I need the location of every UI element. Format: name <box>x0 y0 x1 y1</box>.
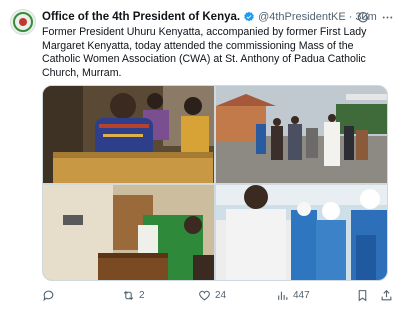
author-name[interactable]: Office of the 4th President of Kenya. <box>42 11 240 23</box>
photo-arrival-church-grounds[interactable] <box>216 86 387 183</box>
photo-priest-altar[interactable] <box>43 185 214 280</box>
photo-cwa-members[interactable] <box>216 185 387 280</box>
retweet-icon <box>123 290 134 300</box>
views-button[interactable]: 447 <box>276 289 310 302</box>
tweet-text: Former President Uhuru Kenyatta, accompa… <box>42 26 367 79</box>
like-count: 24 <box>215 289 227 301</box>
heart-icon <box>199 290 210 300</box>
header-actions <box>356 9 394 25</box>
share-button[interactable] <box>380 289 393 302</box>
avatar[interactable] <box>10 9 36 35</box>
retweet-button[interactable]: 2 <box>122 289 145 302</box>
bookmark-button[interactable] <box>356 289 369 302</box>
grok-icon[interactable] <box>356 10 370 24</box>
media-grid <box>42 85 388 281</box>
views-chart-icon <box>278 291 288 300</box>
author-handle[interactable]: @4thPresidentKE <box>258 11 346 23</box>
tweet[interactable]: Office of the 4th President of Kenya. @4… <box>0 0 403 311</box>
tweet-actions: 2 24 447 <box>42 288 394 302</box>
photo-kenyatta-praying[interactable] <box>43 86 214 183</box>
like-button[interactable]: 24 <box>198 289 226 302</box>
separator-dot: · <box>348 11 353 23</box>
share-icon <box>381 289 392 300</box>
more-icon[interactable] <box>380 10 394 24</box>
bookmark-icon <box>358 289 367 301</box>
verified-badge-icon[interactable] <box>243 11 255 23</box>
reply-button[interactable] <box>42 289 59 302</box>
tweet-header: Office of the 4th President of Kenya. @4… <box>42 9 398 25</box>
retweet-count: 2 <box>139 289 145 301</box>
view-count: 447 <box>293 289 310 301</box>
reply-icon <box>43 290 54 301</box>
